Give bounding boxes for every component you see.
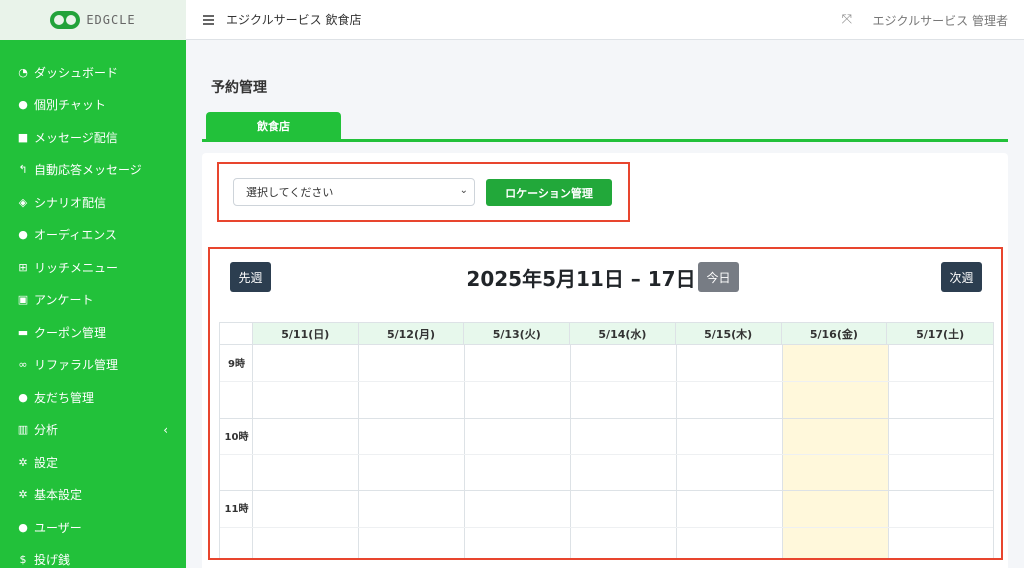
sidebar-item-auto-reply[interactable]: ↰ 自動応答メッセージ: [0, 154, 186, 187]
location-select[interactable]: 選択してください ⌄: [233, 178, 475, 206]
survey-icon: ▣: [17, 293, 29, 307]
sidebar-item-coupon[interactable]: ▬ クーポン管理: [0, 316, 186, 349]
sidebar-item-label: 友だち管理: [34, 390, 95, 405]
sidebar-item-scenario[interactable]: ◈ シナリオ配信: [0, 186, 186, 219]
logo-icon: [50, 11, 81, 29]
chevron-left-icon: ‹: [163, 422, 168, 437]
top-header: エジクルサービス 飲食店 ⤧ エジクルサービス 管理者: [186, 0, 1024, 40]
half-hour-line: [220, 453, 993, 455]
admin-user-menu[interactable]: エジクルサービス 管理者: [873, 12, 1008, 29]
sidebar-item-basic-settings[interactable]: ✲ 基本設定: [0, 479, 186, 512]
hour-line: [220, 490, 993, 492]
sidebar-item-label: 基本設定: [34, 488, 83, 503]
day-header: 5/11(日): [252, 323, 359, 344]
sidebar-item-settings[interactable]: ✲ 設定: [0, 446, 186, 479]
chart-icon: ▥: [17, 423, 29, 437]
sidebar-item-label: 投げ銭: [34, 553, 71, 568]
sidebar-item-audience[interactable]: ● オーディエンス: [0, 219, 186, 252]
sidebar-item-label: 自動応答メッセージ: [34, 163, 142, 178]
sidebar-item-label: ダッシュボード: [34, 65, 119, 80]
prev-week-button[interactable]: 先週: [230, 262, 271, 292]
sidebar-item-label: クーポン管理: [34, 325, 107, 340]
next-week-button[interactable]: 次週: [941, 262, 982, 292]
sidebar-item-message[interactable]: ■ メッセージ配信: [0, 121, 186, 154]
user-icon: ●: [18, 520, 28, 534]
day-header: 5/17(土): [887, 323, 993, 344]
sidebar-item-tipping[interactable]: $ 投げ銭: [0, 544, 186, 568]
calendar-corner: [220, 323, 253, 344]
time-label: 9時: [228, 359, 245, 370]
sidebar-item-dashboard[interactable]: ◔ ダッシュボード: [0, 56, 186, 89]
brand-name: EDGCLE: [86, 13, 136, 27]
sidebar-item-rich-menu[interactable]: ⊞ リッチメニュー: [0, 251, 186, 284]
sidebar-nav: ◔ ダッシュボード ● 個別チャット ■ メッセージ配信 ↰ 自動応答メッセージ ◈ シナ…: [0, 40, 186, 568]
chat-icon: ●: [18, 98, 28, 112]
sidebar-item-users[interactable]: ● ユーザー: [0, 511, 186, 544]
tab-underline: [202, 139, 1008, 142]
sidebar-item-label: 個別チャット: [34, 98, 106, 113]
sidebar-item-survey[interactable]: ▣ アンケート: [0, 284, 186, 317]
time-label: 10時: [224, 432, 249, 443]
calendar-header-row: 5/11(日) 5/12(月) 5/13(火) 5/14(水) 5/15(木) …: [220, 323, 993, 345]
chevron-down-icon: ⌄: [459, 185, 468, 196]
calendar-title: 2025年5月11日 – 17日: [466, 266, 696, 291]
sidebar-item-analytics[interactable]: ▥ 分析 ‹: [0, 414, 186, 447]
sidebar-item-label: オーディエンス: [34, 228, 117, 243]
store-title: エジクルサービス 飲食店: [226, 13, 362, 27]
sidebar-item-label: メッセージ配信: [34, 130, 118, 145]
gear-icon: ✲: [18, 488, 28, 502]
page-title: 予約管理: [211, 80, 267, 96]
location-select-value: 選択してください: [246, 186, 334, 199]
fullscreen-icon[interactable]: ⤧: [842, 12, 852, 27]
sidebar-item-label: 分析: [34, 423, 59, 438]
hour-line: [220, 417, 993, 419]
grid-icon: ⊞: [18, 260, 28, 274]
week-calendar: 5/11(日) 5/12(月) 5/13(火) 5/14(水) 5/15(木) …: [219, 322, 994, 558]
dollar-icon: $: [19, 553, 27, 567]
link-icon: ∞: [18, 358, 28, 372]
layers-icon: ◈: [18, 195, 28, 209]
friends-icon: ●: [18, 390, 28, 404]
half-hour-line: [220, 526, 993, 528]
day-header: 5/16(金): [781, 323, 888, 344]
sidebar-item-label: シナリオ配信: [34, 195, 107, 210]
message-icon: ■: [17, 130, 29, 144]
sidebar-item-referral[interactable]: ∞ リファラル管理: [0, 349, 186, 382]
day-header: 5/12(月): [358, 323, 465, 344]
coupon-icon: ▬: [17, 325, 29, 339]
day-header: 5/13(火): [464, 323, 571, 344]
day-header: 5/14(水): [570, 323, 676, 344]
calendar-body: 9時 10時 11時: [220, 345, 993, 558]
location-manage-button[interactable]: ロケーション管理: [486, 179, 612, 206]
sidebar-item-label: リファラル管理: [34, 358, 119, 373]
time-label: 11時: [224, 504, 249, 515]
sidebar-item-label: リッチメニュー: [34, 260, 119, 275]
users-icon: ●: [18, 228, 28, 242]
day-header: 5/15(木): [675, 323, 782, 344]
reply-icon: ↰: [18, 163, 28, 177]
hamburger-menu-icon[interactable]: [203, 13, 214, 27]
gear-icon: ✲: [18, 455, 28, 469]
brand[interactable]: EDGCLE: [0, 0, 186, 40]
sidebar-item-label: アンケート: [34, 293, 94, 308]
sidebar-item-friends[interactable]: ● 友だち管理: [0, 381, 186, 414]
sidebar: EDGCLE ◔ ダッシュボード ● 個別チャット ■ メッセージ配信 ↰ 自動応答メッ…: [0, 0, 186, 568]
dashboard-icon: ◔: [18, 65, 28, 79]
sidebar-item-label: 設定: [34, 455, 59, 470]
today-button[interactable]: 今日: [698, 262, 739, 292]
tab-restaurant[interactable]: 飲食店: [206, 112, 341, 140]
sidebar-item-label: ユーザー: [34, 520, 82, 535]
half-hour-line: [220, 381, 993, 383]
sidebar-item-chat[interactable]: ● 個別チャット: [0, 89, 186, 122]
